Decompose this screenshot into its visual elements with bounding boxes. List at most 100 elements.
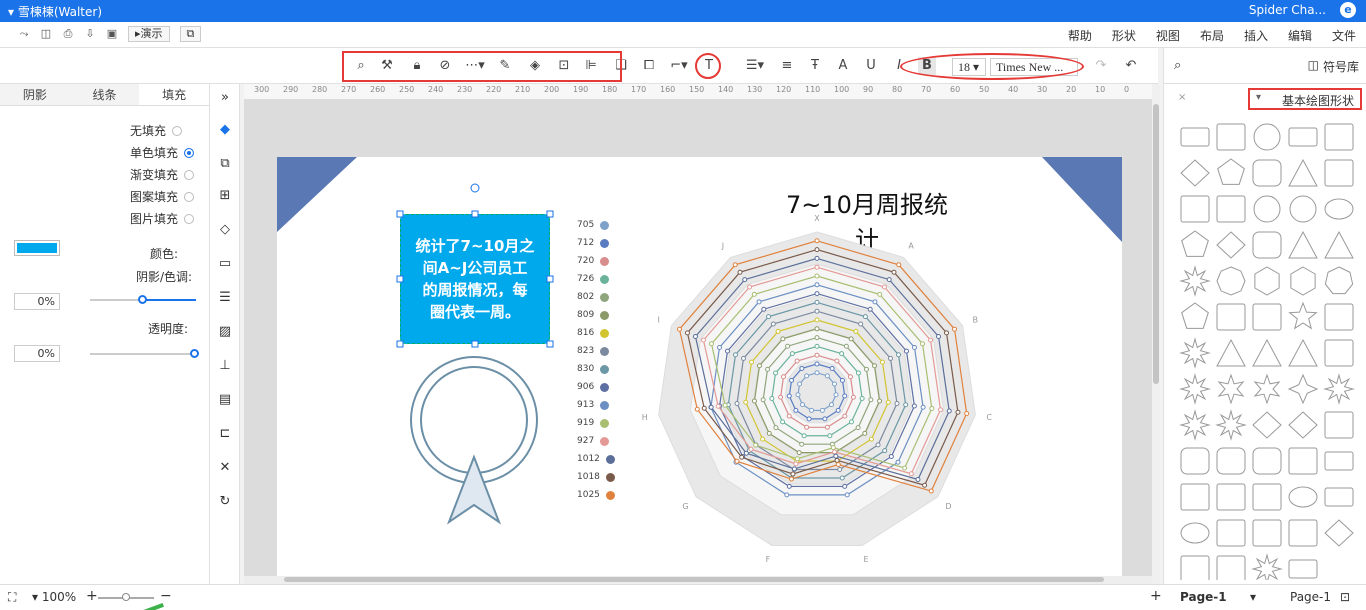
collapse-icon[interactable]: »: [217, 90, 233, 106]
radar-point[interactable]: [946, 408, 952, 414]
library-shape-heptagon[interactable]: [1324, 266, 1354, 295]
present-button[interactable]: ▸演示: [128, 26, 170, 42]
radar-point[interactable]: [829, 365, 835, 371]
radar-point[interactable]: [862, 430, 868, 436]
fill-option-radio[interactable]: [172, 125, 183, 136]
underline-icon[interactable]: U: [862, 57, 880, 75]
library-shape-frame[interactable]: [1324, 159, 1354, 187]
radar-point[interactable]: [778, 394, 784, 400]
radar-point[interactable]: [793, 461, 799, 467]
radar-point[interactable]: [741, 355, 747, 361]
radar-point[interactable]: [748, 446, 754, 452]
library-shape-tri3[interactable]: [1216, 338, 1246, 367]
radar-point[interactable]: [929, 406, 935, 412]
radar-point[interactable]: [760, 436, 766, 442]
radar-point[interactable]: [912, 344, 918, 350]
radar-point[interactable]: [692, 334, 698, 340]
radar-point[interactable]: [749, 359, 755, 365]
page-list-icon[interactable]: ⊡: [1340, 590, 1350, 604]
radar-point[interactable]: [882, 448, 888, 454]
radar-point[interactable]: [894, 400, 900, 406]
radar-point[interactable]: [835, 407, 841, 413]
present-icon[interactable]: ▭: [217, 256, 233, 272]
fill-option-radio[interactable]: [184, 147, 195, 158]
radar-point[interactable]: [804, 424, 810, 430]
zoom-in-icon[interactable]: +: [86, 588, 98, 604]
radar-point[interactable]: [964, 411, 970, 417]
radar-point[interactable]: [775, 328, 781, 334]
radar-point[interactable]: [839, 351, 845, 357]
fill-option-radio[interactable]: [184, 213, 195, 224]
radar-point[interactable]: [794, 358, 800, 364]
send-back-icon[interactable]: ⧠: [640, 57, 658, 75]
print-icon[interactable]: ⎙: [62, 28, 74, 40]
database-icon[interactable]: ☰: [217, 290, 233, 306]
fill-option-2[interactable]: 渐变填充: [130, 166, 195, 183]
radar-point[interactable]: [904, 348, 910, 354]
library-shape-burst2[interactable]: [1251, 553, 1283, 580]
radar-point[interactable]: [822, 416, 828, 422]
opacity-input[interactable]: 0%: [14, 345, 60, 362]
radar-point[interactable]: [773, 370, 779, 376]
radar-point[interactable]: [814, 352, 820, 358]
library-shape-shield[interactable]: [1288, 519, 1318, 547]
vertical-scrollbar[interactable]: [1152, 84, 1160, 584]
radar-point[interactable]: [814, 317, 820, 323]
radar-point[interactable]: [766, 430, 772, 436]
library-shape-star12[interactable]: [1215, 409, 1247, 441]
radar-point[interactable]: [830, 445, 836, 451]
library-shape-shield[interactable]: [1252, 519, 1282, 547]
library-shape-quarter[interactable]: [1252, 483, 1282, 511]
fill-option-0[interactable]: 无填充: [130, 122, 183, 139]
radar-point[interactable]: [868, 436, 874, 442]
library-shape-square[interactable]: [1324, 123, 1354, 151]
radar-point[interactable]: [903, 402, 909, 408]
library-shape-target[interactable]: [1289, 195, 1317, 223]
export-icon[interactable]: ▣: [106, 28, 118, 40]
radar-point[interactable]: [716, 344, 722, 350]
radar-point[interactable]: [795, 392, 801, 398]
library-shape-star5[interactable]: [1288, 301, 1318, 330]
radar-point[interactable]: [742, 277, 748, 283]
radar-point[interactable]: [732, 352, 738, 358]
undo-icon[interactable]: ↶: [1122, 57, 1140, 75]
library-shape-arrow[interactable]: [1324, 339, 1354, 367]
library-shape-ellipse[interactable]: [1324, 198, 1354, 220]
library-shape-triangle[interactable]: [1288, 158, 1318, 187]
radar-point[interactable]: [920, 404, 926, 410]
library-shape-oval[interactable]: [1180, 522, 1210, 544]
library-shape-heart[interactable]: [1324, 303, 1354, 331]
radar-point[interactable]: [797, 381, 803, 387]
library-shape-leaf[interactable]: [1288, 447, 1318, 475]
mindmap-icon[interactable]: ✕: [217, 460, 233, 476]
radar-point[interactable]: [824, 373, 830, 379]
radar-point[interactable]: [789, 377, 795, 383]
menu-item-3[interactable]: 布局: [1200, 27, 1224, 44]
radar-point[interactable]: [756, 299, 762, 305]
radar-point[interactable]: [786, 393, 792, 399]
radar-point[interactable]: [801, 433, 807, 439]
radar-point[interactable]: [850, 394, 856, 400]
picture-icon[interactable]: ▨: [217, 324, 233, 340]
radar-point[interactable]: [770, 321, 776, 327]
vertical-scroll-thumb[interactable]: [1153, 104, 1159, 384]
menu-item-1[interactable]: 编辑: [1288, 27, 1312, 44]
library-shape-drop[interactable]: [1216, 483, 1246, 511]
library-shape-ring[interactable]: [1253, 195, 1281, 223]
fill-tool-icon[interactable]: ◆: [217, 122, 233, 138]
radar-point[interactable]: [868, 397, 874, 403]
radar-point[interactable]: [862, 314, 868, 320]
radar-point[interactable]: [684, 330, 690, 336]
radar-point[interactable]: [794, 456, 800, 462]
library-shape-star4[interactable]: [1287, 373, 1319, 405]
radar-point[interactable]: [871, 363, 877, 369]
radar-point[interactable]: [928, 488, 934, 494]
radar-point[interactable]: [747, 284, 753, 290]
image-edit-icon[interactable]: ⧉: [217, 156, 233, 172]
library-shape-shield[interactable]: [1180, 483, 1210, 511]
library-shape-rsquare[interactable]: [1252, 447, 1282, 475]
library-shape-square2[interactable]: [1252, 303, 1282, 331]
library-shape-wave[interactable]: [1180, 555, 1210, 580]
category-header[interactable]: ▾ 基本绘图形状: [1248, 88, 1362, 110]
format-tab-1[interactable]: 线条: [69, 84, 140, 105]
